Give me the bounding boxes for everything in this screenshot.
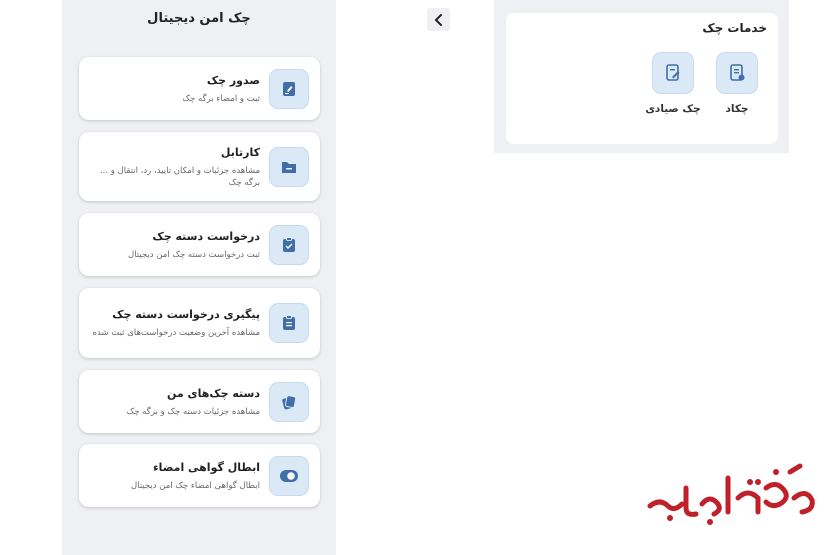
menu-item-issue-check[interactable]: صدور چک ثبت و امضاء برگه چک xyxy=(79,57,320,120)
menu-item-checkbook-request[interactable]: درخواست دسته چک ثبت درخواست دسته چک امن … xyxy=(79,213,320,276)
watermark-logo xyxy=(640,458,820,536)
menu-item-desc: ثبت و امضاء برگه چک xyxy=(182,93,260,104)
chevron-left-icon xyxy=(434,13,442,26)
back-button[interactable] xyxy=(427,8,450,31)
clipboard-check-icon xyxy=(269,224,309,265)
menu-item-title: پیگیری درخواست دسته چک xyxy=(112,308,260,321)
menu-item-title: درخواست دسته چک xyxy=(152,229,260,243)
check-issue-icon xyxy=(269,68,309,109)
sayadi-check-label: چک صیادی xyxy=(645,103,701,115)
toggle-icon xyxy=(269,455,309,496)
menu-item-title: دسته چک‌های من xyxy=(166,386,260,400)
menu-item-my-checkbooks[interactable]: دسته چک‌های من مشاهده جزئیات دسته چک و ب… xyxy=(79,370,320,433)
menu-item-title: ابطال گواهی امضاء xyxy=(153,460,260,474)
safhe-eghtesad-logo-icon xyxy=(647,463,815,525)
menu-item-desc: ابطال گواهی امضاء چک امن دیجیتال xyxy=(131,480,260,491)
menu-item-desc: مشاهده آخرین وضعیت درخواست‌های ثبت شده xyxy=(92,328,260,338)
menu-item-desc: مشاهده جزئیات و امکان تایید، رد، انتقال … xyxy=(99,165,260,188)
menu-item-title: کارتابل xyxy=(220,145,260,159)
services-card: خدمات چک چکاد چک صیادی xyxy=(506,13,778,144)
chakad-label: چکاد xyxy=(725,103,749,115)
menu-item-desc: مشاهده جزئیات دسته چک و برگه چک xyxy=(126,406,260,417)
digital-check-screen: چک امن دیجیتال صدور چک ثبت و امضاء برگه … xyxy=(62,0,336,555)
sayadi-check-button[interactable] xyxy=(652,52,694,94)
menu-item-title: صدور چک xyxy=(206,73,260,87)
folder-icon xyxy=(269,146,309,187)
menu-item-track-request[interactable]: پیگیری درخواست دسته چک مشاهده آخرین وضعی… xyxy=(79,288,320,358)
chakad-icon xyxy=(730,64,745,81)
menu-item-cartable[interactable]: کارتابل مشاهده جزئیات و امکان تایید، رد،… xyxy=(79,132,320,201)
cheque-books-icon xyxy=(269,381,309,422)
menu-item-desc: ثبت درخواست دسته چک امن دیجیتال xyxy=(128,249,260,260)
menu-item-revoke-signature[interactable]: ابطال گواهی امضاء ابطال گواهی امضاء چک ا… xyxy=(79,444,320,507)
sayadi-check-icon xyxy=(666,64,680,81)
page-title: چک امن دیجیتال xyxy=(147,11,251,26)
clipboard-list-icon xyxy=(269,303,309,343)
services-title: خدمات چک xyxy=(702,21,767,35)
chakad-button[interactable] xyxy=(716,52,758,94)
